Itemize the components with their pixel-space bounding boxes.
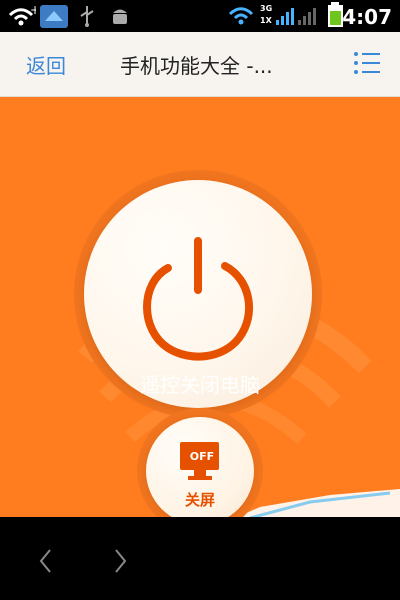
network-3g: 3G bbox=[260, 4, 273, 13]
usb-icon bbox=[80, 6, 94, 27]
signal-icon bbox=[298, 8, 316, 25]
wifi-icon bbox=[228, 7, 254, 25]
app-header: 返回 手机功能大全 -... bbox=[0, 32, 400, 97]
bottom-navigation bbox=[0, 518, 400, 600]
back-button[interactable]: 返回 bbox=[26, 50, 66, 79]
status-bar: + 3G 1X 4:07 bbox=[0, 0, 400, 32]
status-time: 4:07 bbox=[342, 5, 392, 29]
off-icon-text: OFF bbox=[189, 450, 215, 463]
menu-icon[interactable] bbox=[354, 50, 382, 76]
remote-control-panel: 遥控关闭电脑 OFF 关屏 bbox=[0, 97, 400, 517]
screen-off-button[interactable]: OFF 关屏 bbox=[146, 417, 254, 517]
page-title: 手机功能大全 -... bbox=[120, 54, 273, 78]
forward-arrow-icon[interactable] bbox=[103, 544, 137, 578]
android-icon bbox=[113, 9, 127, 24]
network-1x: 1X bbox=[260, 16, 272, 25]
app-icon bbox=[40, 5, 68, 28]
screen-off-label: 关屏 bbox=[184, 491, 215, 509]
back-arrow-icon[interactable] bbox=[29, 544, 63, 578]
wifi-icon: + bbox=[8, 4, 36, 26]
svg-text:+: + bbox=[30, 4, 36, 17]
remote-shutdown-label: 遥控关闭电脑 bbox=[140, 373, 260, 397]
